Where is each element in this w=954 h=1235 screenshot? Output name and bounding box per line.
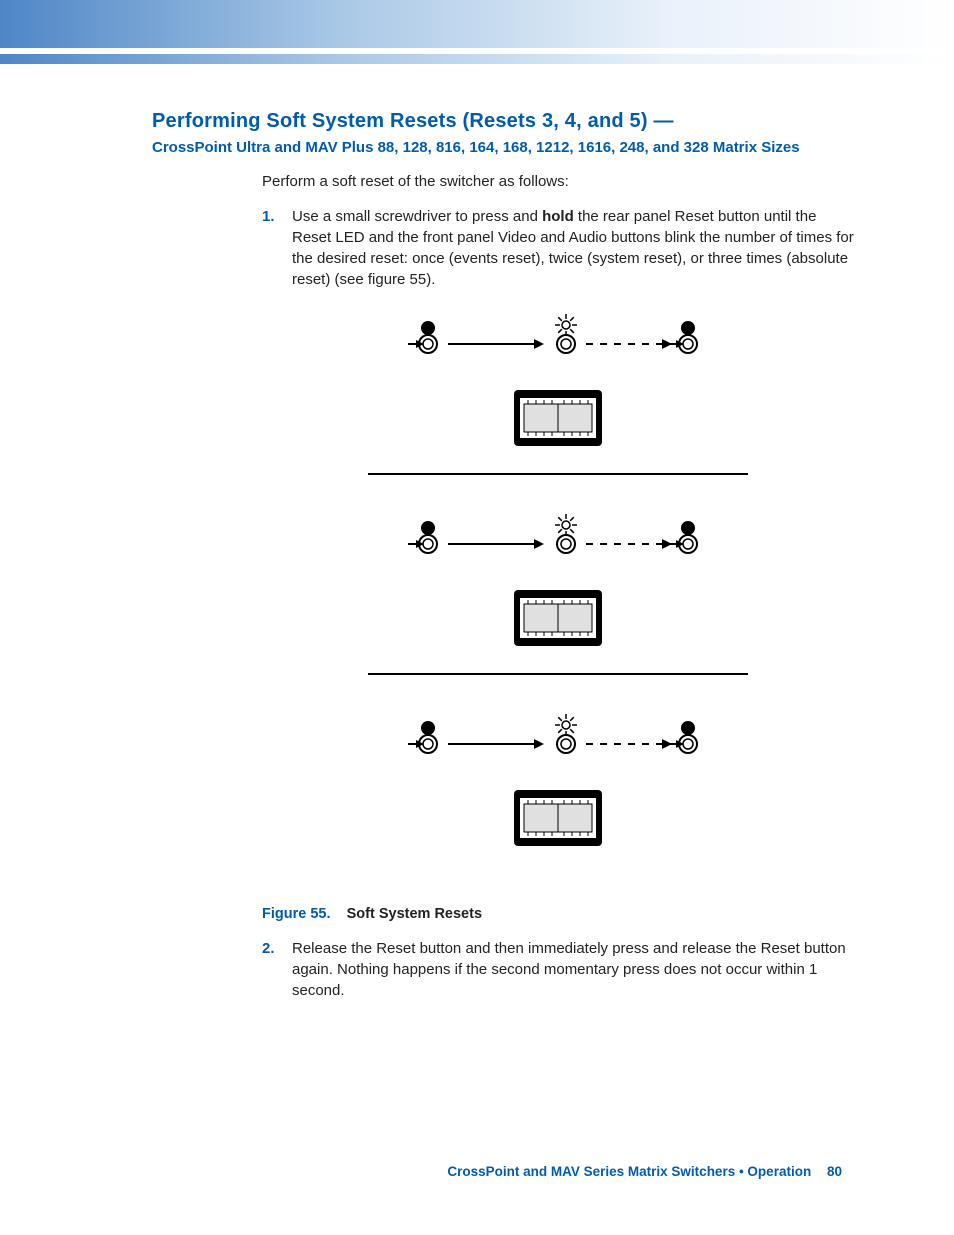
figure-caption: Figure 55. Soft System Resets <box>262 906 854 922</box>
page-footer: CrossPoint and MAV Series Matrix Switche… <box>0 1164 954 1179</box>
step-2: 2. Release the Reset button and then imm… <box>262 938 854 1001</box>
section-subtitle: CrossPoint Ultra and MAV Plus 88, 128, 8… <box>152 139 842 156</box>
figure-label: Figure 55. <box>262 906 331 922</box>
step-1-bold: hold <box>542 208 574 225</box>
step-list: 1. Use a small screwdriver to press and … <box>262 206 854 290</box>
body-column: Perform a soft reset of the switcher as … <box>262 172 854 1001</box>
step-1: 1. Use a small screwdriver to press and … <box>262 206 854 290</box>
step-marker: 2. <box>262 938 282 1001</box>
figure-55-diagram <box>262 308 854 898</box>
step-text: Release the Reset button and then immedi… <box>292 938 854 1001</box>
step-list-continued: 2. Release the Reset button and then imm… <box>262 938 854 1001</box>
document-page: Performing Soft System Resets (Resets 3,… <box>0 0 954 1235</box>
section-title: Performing Soft System Resets (Resets 3,… <box>152 110 842 133</box>
reset-sequence-svg <box>368 308 748 898</box>
step-1-pre: Use a small screwdriver to press and <box>292 208 542 225</box>
page-number: 80 <box>827 1164 842 1179</box>
step-text: Use a small screwdriver to press and hol… <box>292 206 854 290</box>
step-marker: 1. <box>262 206 282 290</box>
intro-text: Perform a soft reset of the switcher as … <box>262 172 854 192</box>
figure-title: Soft System Resets <box>347 906 482 922</box>
step-2-pre: Release the Reset button and then immedi… <box>292 940 846 999</box>
footer-text: CrossPoint and MAV Series Matrix Switche… <box>447 1164 811 1179</box>
